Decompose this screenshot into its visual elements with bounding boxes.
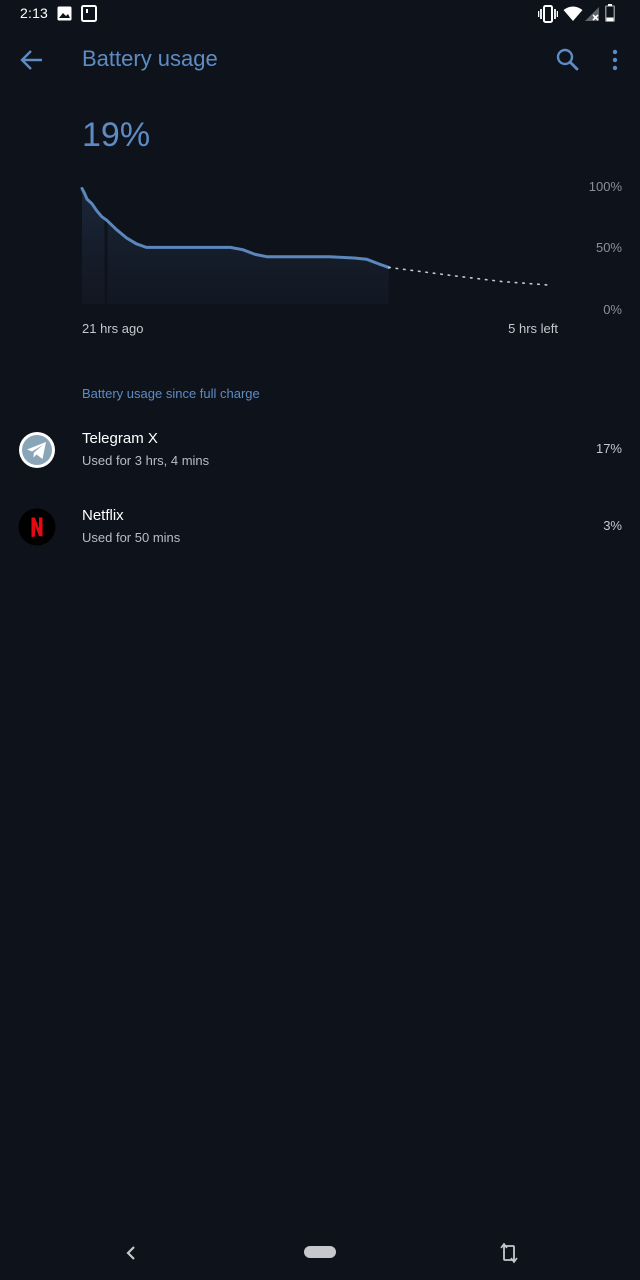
section-header: Battery usage since full charge bbox=[82, 386, 260, 401]
y-tick-100: 100% bbox=[588, 179, 622, 194]
navigation-bar bbox=[0, 1226, 640, 1280]
x-label-end: 5 hrs left bbox=[508, 321, 558, 336]
battery-chart-plot bbox=[80, 186, 551, 304]
app-row-telegram-x[interactable]: Telegram X Used for 3 hrs, 4 mins 17% bbox=[0, 414, 640, 486]
page-title: Battery usage bbox=[82, 46, 218, 71]
app-percent: 3% bbox=[603, 518, 622, 533]
app-usage: Used for 50 mins bbox=[82, 530, 181, 545]
chart-projection-line bbox=[387, 266, 551, 286]
app-row-netflix[interactable]: Netflix Used for 50 mins 3% bbox=[0, 491, 640, 563]
no-signal-icon bbox=[585, 7, 599, 21]
y-tick-0: 0% bbox=[603, 302, 622, 317]
x-label-start: 21 hrs ago bbox=[82, 321, 144, 336]
more-vert-icon bbox=[612, 49, 618, 71]
search-button[interactable] bbox=[548, 40, 588, 80]
status-time: 2:13 bbox=[20, 5, 49, 21]
status-bar: 2:13 bbox=[0, 0, 640, 28]
battery-icon bbox=[605, 4, 615, 22]
search-icon bbox=[556, 48, 579, 71]
battery-level: 19% bbox=[82, 116, 151, 154]
screenshot-icon bbox=[81, 5, 97, 22]
app-bar: Battery usage bbox=[0, 28, 640, 92]
battery-chart[interactable]: 100% 50% 0% 21 hrs ago 5 hrs left bbox=[0, 160, 640, 350]
y-tick-50: 50% bbox=[595, 240, 622, 255]
home-pill-icon[interactable] bbox=[304, 1246, 336, 1258]
app-usage: Used for 3 hrs, 4 mins bbox=[82, 453, 210, 468]
rotate-icon[interactable] bbox=[496, 1240, 522, 1266]
back-button[interactable] bbox=[12, 40, 52, 80]
vibrate-icon bbox=[538, 5, 558, 23]
wifi-icon bbox=[563, 6, 583, 21]
app-name: Telegram X bbox=[82, 430, 158, 447]
app-percent: 17% bbox=[595, 441, 622, 456]
arrow-back-icon bbox=[20, 50, 42, 70]
image-icon bbox=[57, 6, 72, 21]
chart-area-fill bbox=[82, 188, 389, 304]
nav-back-icon[interactable] bbox=[118, 1240, 144, 1266]
more-options-button[interactable] bbox=[598, 40, 632, 80]
telegram-icon bbox=[19, 432, 55, 468]
app-name: Netflix bbox=[82, 507, 124, 524]
netflix-icon bbox=[18, 508, 56, 546]
